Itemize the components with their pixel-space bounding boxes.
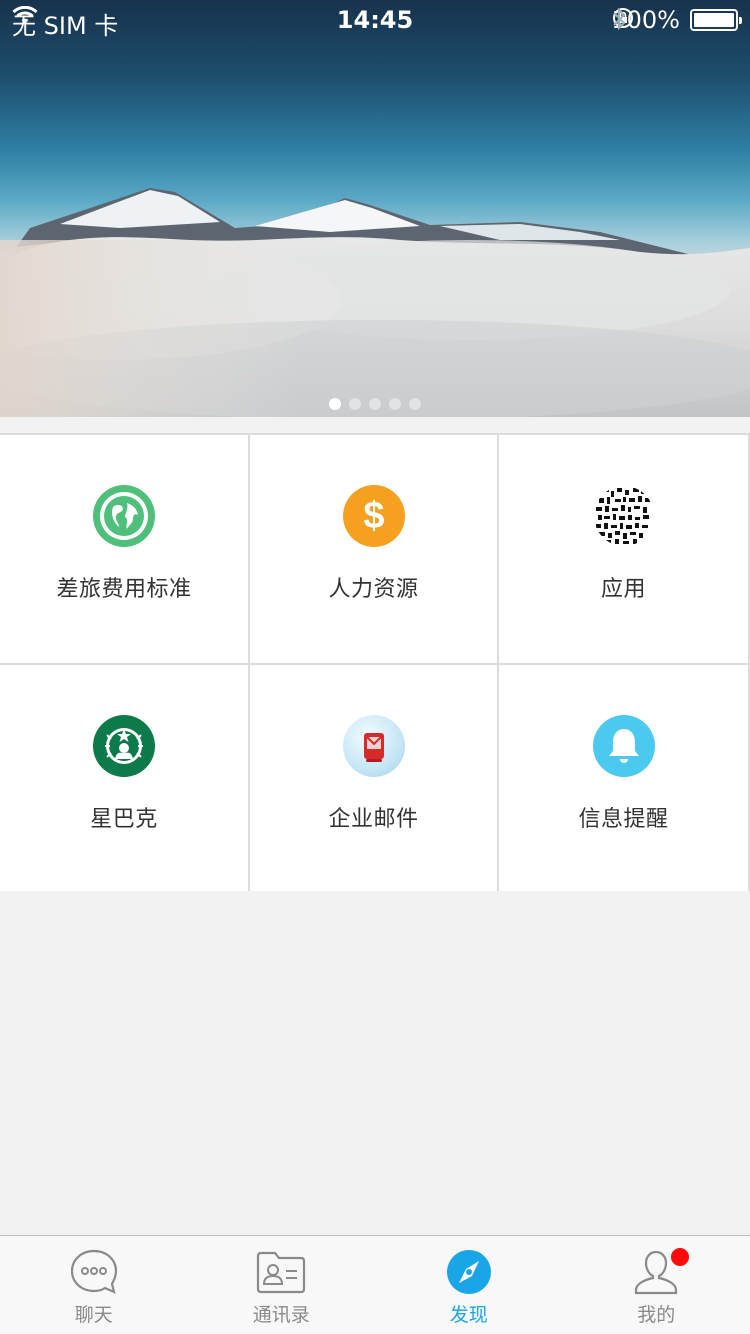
page-dot[interactable]: [389, 398, 401, 410]
battery-icon: [690, 9, 742, 31]
tab-discover[interactable]: 发现: [375, 1236, 563, 1334]
tab-label: 通讯录: [252, 1304, 310, 1326]
mountain-image: [0, 188, 750, 417]
contacts-card-icon: [257, 1251, 306, 1294]
mail-icon: [342, 715, 405, 777]
tab-bar: 聊天 通讯录 发现 我的: [0, 1235, 750, 1334]
grid-item-apps[interactable]: 应用: [499, 435, 748, 663]
grid-item-label: 人力资源: [328, 577, 419, 602]
page-dot[interactable]: [329, 398, 341, 410]
tab-me[interactable]: 我的: [563, 1236, 750, 1334]
globe-icon: [93, 485, 155, 547]
grid-item-notifications[interactable]: 信息提醒: [499, 665, 748, 891]
tab-chat[interactable]: 聊天: [0, 1236, 188, 1334]
bluetooth-icon: [613, 7, 626, 31]
notification-badge: [670, 1248, 689, 1266]
page-dot[interactable]: [409, 398, 421, 410]
grid-item-starbucks[interactable]: 星巴克: [0, 665, 248, 891]
grid-item-hr[interactable]: $ 人力资源: [250, 435, 497, 663]
grid-item-travel-standard[interactable]: 差旅费用标准: [0, 435, 248, 663]
grid-item-label: 应用: [600, 577, 646, 602]
tab-label: 聊天: [74, 1304, 113, 1326]
grid-item-label: 星巴克: [90, 807, 158, 832]
grid-item-label: 企业邮件: [328, 807, 419, 832]
hero-banner[interactable]: 无 SIM 卡 14:45 100%: [0, 0, 750, 417]
starbucks-logo-icon: [93, 715, 155, 777]
grid-item-corporate-mail[interactable]: 企业邮件: [250, 665, 497, 891]
compass-icon: [446, 1250, 491, 1294]
svg-text:$: $: [363, 495, 384, 537]
tab-label: 发现: [449, 1304, 488, 1326]
app-grid: 差旅费用标准 $ 人力资源 应用 星巴克 企业邮件 信息提醒: [0, 433, 750, 891]
grid-item-label: 信息提醒: [578, 807, 669, 832]
page-indicator[interactable]: [0, 398, 750, 410]
grid-item-label: 差旅费用标准: [56, 577, 192, 602]
qr-code-icon: [592, 485, 655, 547]
tab-contacts[interactable]: 通讯录: [188, 1236, 376, 1334]
dollar-icon: $: [342, 485, 405, 547]
page-dot[interactable]: [349, 398, 361, 410]
chat-bubble-icon: [70, 1249, 117, 1294]
bell-icon: [592, 715, 655, 777]
page-dot[interactable]: [369, 398, 381, 410]
tab-label: 我的: [637, 1304, 676, 1326]
status-bar: 无 SIM 卡 14:45 100%: [0, 0, 750, 40]
